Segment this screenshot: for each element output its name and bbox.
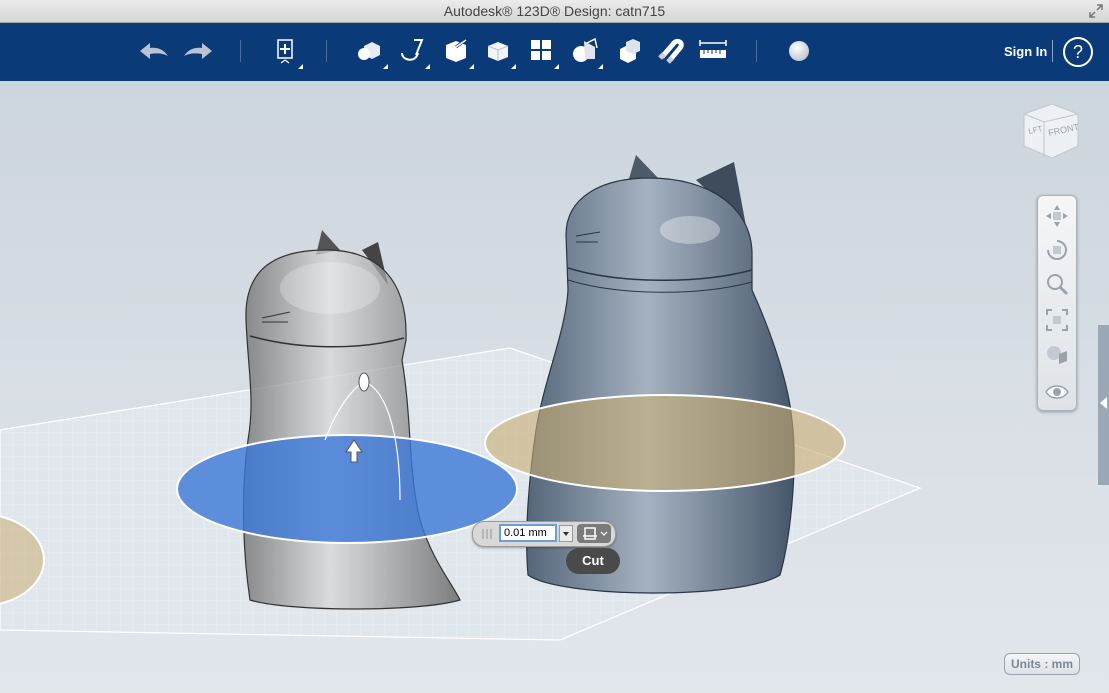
cut-plane-secondary[interactable] (484, 394, 846, 492)
dropdown-indicator (598, 64, 603, 69)
redo-button[interactable] (178, 31, 218, 71)
visibility-icon[interactable] (1043, 378, 1071, 406)
collapse-arrow-icon (1100, 397, 1107, 409)
dropdown-indicator (298, 64, 303, 69)
toolbar-separator (756, 40, 757, 62)
combine-icon (620, 39, 640, 63)
combine-button[interactable] (608, 31, 648, 71)
cut-distance-control (472, 521, 616, 547)
dropdown-indicator (511, 64, 516, 69)
navigation-bar (1037, 195, 1077, 411)
redo-icon (184, 43, 212, 59)
sketch-button[interactable] (392, 31, 432, 71)
chevron-down-icon (563, 532, 569, 536)
toolbar-separator (1052, 40, 1053, 62)
cut-distance-dropdown[interactable] (559, 525, 573, 542)
pan-icon[interactable] (1043, 202, 1071, 230)
primitives-button[interactable] (350, 31, 390, 71)
measure-icon (699, 40, 727, 58)
sign-in-link[interactable]: Sign In (1004, 44, 1047, 59)
drag-grip-icon[interactable] (479, 526, 495, 542)
side-panel-toggle[interactable] (1098, 325, 1109, 485)
pattern-button[interactable] (521, 31, 561, 71)
orbit-icon[interactable] (1043, 236, 1071, 264)
modify-button[interactable] (478, 31, 518, 71)
transform-button[interactable] (265, 31, 305, 71)
snap-button[interactable] (650, 31, 690, 71)
fit-icon[interactable] (1043, 306, 1071, 334)
zoom-icon[interactable] (1043, 270, 1071, 298)
dropdown-indicator (554, 64, 559, 69)
main-toolbar: Sign In ? (0, 23, 1109, 81)
viewcube[interactable]: LFT FRONT (1018, 100, 1084, 166)
cut-distance-input[interactable] (499, 524, 557, 542)
title-bar: Autodesk® 123D® Design: catn715 (0, 0, 1109, 23)
dropdown-indicator (469, 64, 474, 69)
material-button[interactable] (779, 31, 819, 71)
undo-icon (140, 43, 168, 59)
measure-button[interactable] (693, 31, 733, 71)
cut-tooltip: Cut (566, 548, 620, 574)
material-icon (789, 41, 809, 61)
fullscreen-icon[interactable] (1089, 4, 1103, 18)
undo-button[interactable] (134, 31, 174, 71)
help-button[interactable]: ? (1063, 37, 1093, 67)
3d-viewport[interactable] (0, 81, 1109, 693)
dropdown-indicator (383, 64, 388, 69)
toolbar-separator (240, 40, 241, 62)
cut-operation-button[interactable] (577, 524, 611, 543)
dropdown-indicator (425, 64, 430, 69)
rotate-handle[interactable] (358, 372, 370, 392)
toolbar-separator (326, 40, 327, 62)
construct-button[interactable] (436, 31, 476, 71)
cut-operation-icon (583, 527, 608, 540)
window-title: Autodesk® 123D® Design: catn715 (443, 3, 666, 19)
snap-icon (658, 38, 684, 64)
grouping-button[interactable] (565, 31, 605, 71)
units-indicator[interactable]: Units : mm (1004, 653, 1080, 675)
view-mode-icon[interactable] (1043, 340, 1071, 368)
